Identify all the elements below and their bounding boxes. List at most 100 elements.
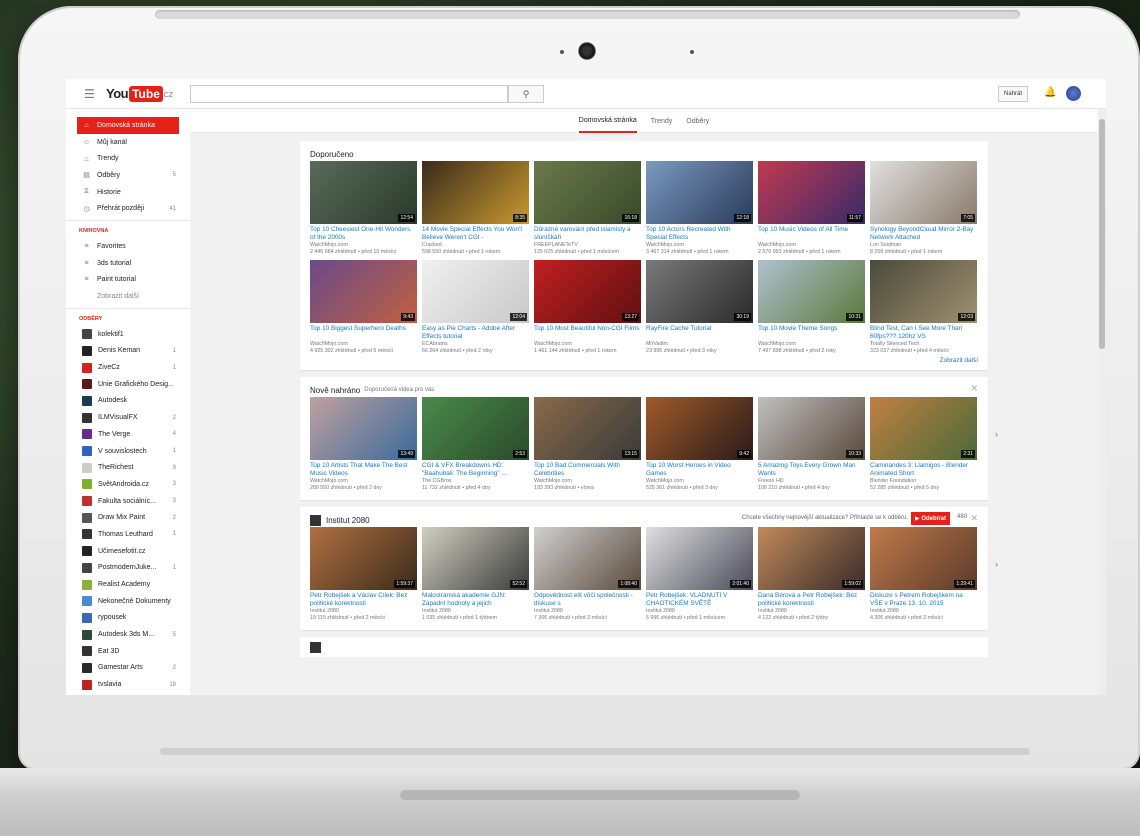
video-card[interactable]: 12:03 Blind Test, Can I See More Than 60f…	[870, 260, 977, 355]
video-channel[interactable]: Institut 2080	[870, 608, 977, 615]
video-card[interactable]: 30:19 RayFire Cache Tutorial MirVadim 23 99…	[646, 260, 753, 355]
video-card[interactable]: 10:33 5 Amazing Toys Every Grown Man Want…	[758, 397, 865, 492]
youtube-logo[interactable]: You Tube CZ	[106, 85, 173, 102]
video-thumbnail[interactable]: 10:31	[758, 260, 865, 323]
video-channel[interactable]: Institut 2080	[758, 608, 865, 615]
channel-name[interactable]: Institut 2080	[326, 516, 370, 525]
video-card[interactable]: 13:15 Top 10 Bad Commercials With Celebri…	[534, 397, 641, 492]
sidebar-item-subscription[interactable]: ILMVisualFX 2	[66, 409, 190, 426]
video-card[interactable]: 9:42 Top 10 Worst Heroes in Video Games Wa…	[646, 397, 753, 492]
sidebar-item-subscription[interactable]: Draw Mix Paint 2	[66, 509, 190, 526]
sidebar-item-subscription[interactable]: PostmodernJuke... 1	[66, 560, 190, 577]
video-channel[interactable]: Institut 2080	[534, 608, 641, 615]
show-more-link[interactable]: Zobrazit další	[66, 288, 190, 305]
video-title[interactable]: 14 Movie Special Effects You Won't Belie…	[422, 226, 529, 242]
video-channel[interactable]: Blender Foundation	[870, 478, 977, 485]
video-channel[interactable]: MirVadim	[646, 341, 753, 348]
sidebar-item-subscription[interactable]: SvětAndroida.cz 3	[66, 476, 190, 493]
sidebar-item-watch-later[interactable]: ◷ Přehrát později 41	[66, 200, 190, 217]
sidebar-item-playlist[interactable]: ≡ Favorites	[66, 238, 190, 255]
video-thumbnail[interactable]: 12:04	[422, 260, 529, 323]
sidebar-item-subscription[interactable]: TheRichest 9	[66, 459, 190, 476]
video-channel[interactable]: ECAbrams	[422, 341, 529, 348]
video-thumbnail[interactable]: 2:53	[422, 397, 529, 460]
sidebar-item-subscription[interactable]: kolektif1	[66, 326, 190, 343]
video-channel[interactable]: WatchMojo.com	[646, 242, 753, 249]
video-thumbnail[interactable]: 7:05	[870, 161, 977, 224]
chevron-right-icon[interactable]: ›	[995, 429, 998, 439]
video-thumbnail[interactable]: 8:35	[422, 161, 529, 224]
search-button[interactable]: ⚲	[508, 85, 544, 103]
video-thumbnail[interactable]: 2:01:40	[646, 527, 753, 590]
sidebar-item-playlist[interactable]: ≡ 3ds tutorial	[66, 255, 190, 272]
video-title[interactable]: Caminandes 3: Llamigos - Blender Animate…	[870, 462, 977, 478]
video-card[interactable]: 8:35 14 Movie Special Effects You Won't B…	[422, 161, 529, 256]
video-channel[interactable]: WatchMojo.com	[310, 341, 417, 348]
sidebar-item-playlist[interactable]: ≡ Paint tutorial	[66, 272, 190, 289]
video-title[interactable]: RayFire Cache Tutorial	[646, 325, 753, 341]
video-channel[interactable]: Freeze HD	[758, 478, 865, 485]
bell-icon[interactable]: 🔔	[1044, 87, 1056, 98]
video-channel[interactable]: The CGBros	[422, 478, 529, 485]
video-card[interactable]: 10:31 Top 10 Movie Theme Songs WatchMojo.c…	[758, 260, 865, 355]
tab-2[interactable]: Odběry	[686, 109, 709, 133]
video-thumbnail[interactable]: 9:42	[646, 397, 753, 460]
video-thumbnail[interactable]: 2:31	[870, 397, 977, 460]
video-title[interactable]: Top 10 Most Beautiful Non-CGI Films	[534, 325, 641, 341]
video-title[interactable]: Petr Robejšek: VLÁDNUTÍ V CHAOTICKÉM SVĚ…	[646, 592, 753, 608]
video-title[interactable]: 5 Amazing Toys Every Grown Man Wants	[758, 462, 865, 478]
video-card[interactable]: 1:08:40 Odpovědnost elit vůči společnosti…	[534, 527, 641, 622]
video-channel[interactable]: WatchMojo.com	[534, 341, 641, 348]
video-thumbnail[interactable]: 1:08:40	[534, 527, 641, 590]
video-thumbnail[interactable]: 1:59:37	[310, 527, 417, 590]
subscribe-button[interactable]: ▶ Odebírat	[911, 512, 950, 525]
sidebar-item-subscription[interactable]: The Verge 4	[66, 426, 190, 443]
video-title[interactable]: Důrazné varování před islamisty a sluníč…	[534, 226, 641, 242]
video-title[interactable]: Top 10 Artists That Make The Best Music …	[310, 462, 417, 478]
sidebar-item-subscription[interactable]: Eat 3D	[66, 643, 190, 660]
video-channel[interactable]: FREEPLANETeTV	[534, 242, 641, 249]
show-more-link[interactable]: Zobrazit další	[310, 357, 978, 366]
video-thumbnail[interactable]: 13:27	[534, 260, 641, 323]
upload-button[interactable]: Nahrát	[998, 86, 1028, 102]
sidebar-item-history[interactable]: ⧖ Historie	[66, 184, 190, 201]
video-card[interactable]: 13:27 Top 10 Most Beautiful Non-CGI Films…	[534, 260, 641, 355]
video-channel[interactable]: Institut 2080	[422, 608, 529, 615]
scrollbar-thumb[interactable]	[1099, 119, 1105, 349]
video-channel[interactable]: WatchMojo.com	[758, 341, 865, 348]
video-thumbnail[interactable]: 13:49	[310, 397, 417, 460]
close-icon[interactable]: ✕	[970, 513, 978, 524]
video-thumbnail[interactable]: 12:03	[870, 260, 977, 323]
video-title[interactable]: Top 10 Cheesiest One-Hit Wonders of the …	[310, 226, 417, 242]
video-card[interactable]: 2:01:40 Petr Robejšek: VLÁDNUTÍ V CHAOTIC…	[646, 527, 753, 622]
sidebar-item-subscription[interactable]: ZiveCz 1	[66, 359, 190, 376]
video-title[interactable]: Top 10 Biggest Superhero Deaths	[310, 325, 417, 341]
video-thumbnail[interactable]: 10:33	[758, 397, 865, 460]
video-title[interactable]: Top 10 Worst Heroes in Video Games	[646, 462, 753, 478]
video-card[interactable]: 7:05 Synology BeyondCloud Mirror 2-Bay Ne…	[870, 161, 977, 256]
channel-icon[interactable]	[310, 514, 321, 526]
video-title[interactable]: Top 10 Bad Commercials With Celebrities	[534, 462, 641, 478]
video-thumbnail[interactable]: 12:54	[310, 161, 417, 224]
sidebar-item-subscription[interactable]: Thomas Leuthard 1	[66, 526, 190, 543]
video-channel[interactable]: WatchMojo.com	[310, 478, 417, 485]
sidebar-item-subscription[interactable]: rypousek	[66, 610, 190, 627]
video-title[interactable]: Top 10 Movie Theme Songs	[758, 325, 865, 341]
video-thumbnail[interactable]: 52:52	[422, 527, 529, 590]
video-card[interactable]: 2:53 CGI & VFX Breakdowns HD: "Baahubali:…	[422, 397, 529, 492]
video-thumbnail[interactable]: 16:18	[534, 161, 641, 224]
video-channel[interactable]: Totally Silenced Tech	[870, 341, 977, 348]
sidebar-item-subscriptions[interactable]: ▤ Odběry 5	[66, 167, 190, 184]
sidebar-item-subscription[interactable]: Gamestar Arts 2	[66, 660, 190, 677]
video-channel[interactable]: Institut 2080	[310, 608, 417, 615]
video-channel[interactable]: Cracked	[422, 242, 529, 249]
sidebar-item-subscription[interactable]: Nekonečné Dokumenty	[66, 593, 190, 610]
video-card[interactable]: 12:04 Easy as Pie Charts - Adobe After Ef…	[422, 260, 529, 355]
video-card[interactable]: 16:18 Důrazné varování před islamisty a s…	[534, 161, 641, 256]
video-channel[interactable]: WatchMojo.com	[758, 242, 865, 249]
avatar[interactable]	[1066, 86, 1081, 101]
video-title[interactable]: Blind Test, Can I See More Than 60fps???…	[870, 325, 977, 341]
search-input[interactable]	[190, 85, 508, 103]
video-card[interactable]: 1:29:41 Diskuze s Petrem Robejškem na VŠE…	[870, 527, 977, 622]
video-card[interactable]: 2:31 Caminandes 3: Llamigos - Blender Ani…	[870, 397, 977, 492]
